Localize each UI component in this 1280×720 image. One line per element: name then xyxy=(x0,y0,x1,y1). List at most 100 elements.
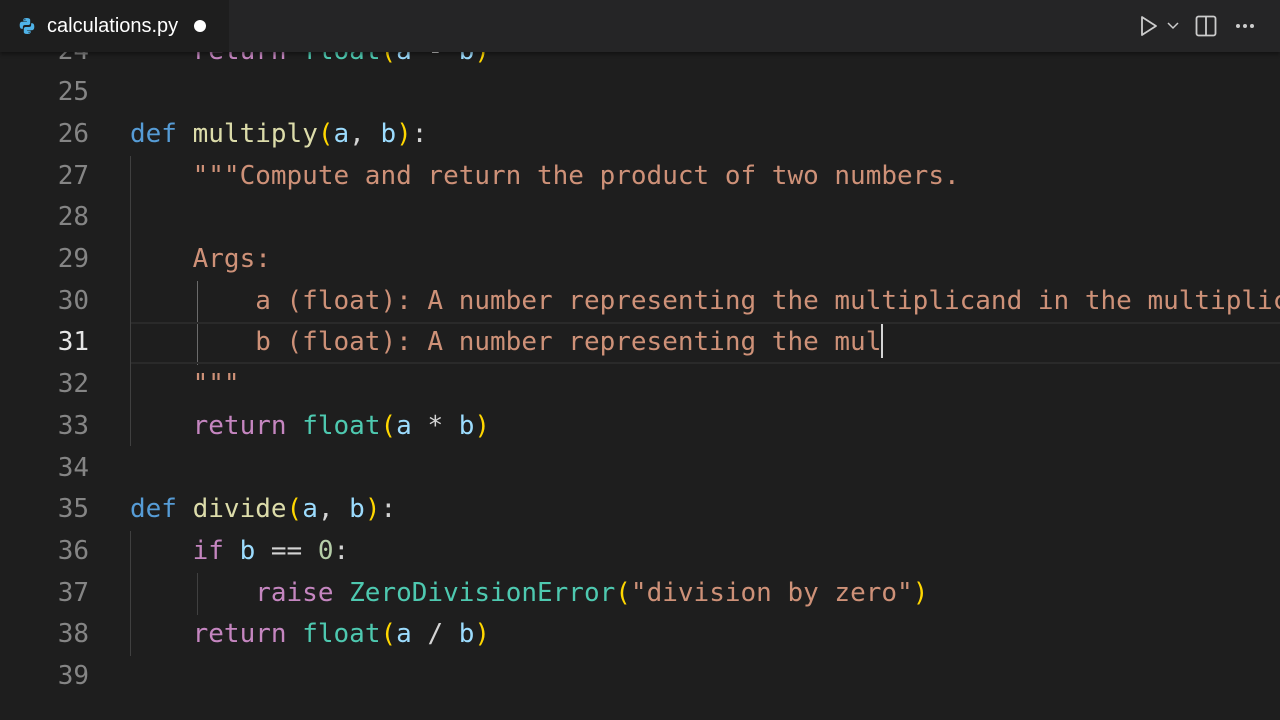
code-token: Args: xyxy=(130,244,271,274)
code-token: 0 xyxy=(317,535,334,566)
code-token: def xyxy=(130,118,177,149)
code-text: return float(a / b) xyxy=(130,614,490,656)
code-token: : xyxy=(411,118,428,149)
code-token: ( xyxy=(380,619,397,650)
code-token: return xyxy=(130,410,287,441)
code-text: Args: xyxy=(130,239,271,281)
code-token: b xyxy=(380,118,397,149)
code-token: a (float): A number representing the mul… xyxy=(130,285,1280,316)
ellipsis-icon[interactable] xyxy=(1228,11,1262,41)
code-line[interactable]: 25 xyxy=(0,72,1280,114)
code-token: ( xyxy=(317,118,334,149)
line-number[interactable]: 35 xyxy=(0,489,89,531)
unsaved-indicator-icon[interactable] xyxy=(194,20,207,32)
code-line[interactable]: 35 def divide(a, b): xyxy=(0,489,1280,531)
code-text: """ xyxy=(130,364,240,406)
code-line[interactable]: 36 if b == 0: xyxy=(0,531,1280,573)
code-line[interactable]: 26 def multiply(a, b): xyxy=(0,114,1280,156)
code-token: b xyxy=(349,494,365,525)
line-number[interactable]: 33 xyxy=(0,406,89,448)
code-line[interactable]: 37 raise ZeroDivisionError("division by … xyxy=(0,573,1280,615)
code-token: a xyxy=(396,619,412,650)
code-line[interactable]: 34 xyxy=(0,448,1280,490)
code-token: ( xyxy=(286,494,303,525)
tab-filename: calculations.py xyxy=(47,14,179,37)
line-number[interactable]: 37 xyxy=(0,573,89,615)
code-token: ) xyxy=(912,577,929,608)
code-token: b xyxy=(458,410,475,441)
code-text: def divide(a, b): xyxy=(130,489,396,531)
code-line[interactable]: 39 xyxy=(0,656,1280,698)
line-number[interactable]: 36 xyxy=(0,531,89,573)
line-number[interactable]: 27 xyxy=(0,156,89,198)
code-token: b xyxy=(458,619,475,650)
tab-calculations-py[interactable]: calculations.py xyxy=(0,0,229,52)
text-cursor xyxy=(881,323,884,358)
code-token: ) xyxy=(364,494,381,525)
python-icon xyxy=(18,17,36,35)
code-token: : xyxy=(380,494,397,525)
code-line[interactable]: 32 """ xyxy=(0,364,1280,406)
code-text: def multiply(a, b): xyxy=(130,114,427,156)
code-token: a xyxy=(396,410,412,441)
code-token: / xyxy=(411,619,459,650)
code-token: return xyxy=(130,619,287,650)
chevron-down-icon[interactable] xyxy=(1162,11,1184,41)
editor-actions xyxy=(1136,0,1262,52)
code-token: b xyxy=(239,535,256,566)
code-token: , xyxy=(317,494,350,525)
code-token: if xyxy=(130,535,224,566)
line-number[interactable]: 32 xyxy=(0,364,89,406)
code-token: ( xyxy=(615,577,631,608)
line-number[interactable]: 39 xyxy=(0,656,89,698)
code-text: raise ZeroDivisionError("division by zer… xyxy=(130,573,928,615)
code-token: raise xyxy=(130,577,334,608)
code-token: ZeroDivisionError xyxy=(349,577,616,608)
code-line[interactable]: 28 xyxy=(0,197,1280,239)
code-line[interactable]: 30 a (float): A number representing the … xyxy=(0,281,1280,323)
play-icon[interactable] xyxy=(1136,11,1162,41)
code-token: ( xyxy=(380,410,397,441)
code-token: ) xyxy=(396,118,412,149)
line-number[interactable]: 28 xyxy=(0,197,89,239)
code-token: """Compute and return the product of two… xyxy=(130,160,960,191)
code-token: float xyxy=(302,410,381,441)
code-text: b (float): A number representing the mul xyxy=(130,322,884,364)
code-token: a xyxy=(333,118,350,149)
code-line[interactable]: 29 Args: xyxy=(0,239,1280,281)
code-token: """ xyxy=(130,369,240,400)
line-number[interactable]: 30 xyxy=(0,281,89,323)
code-token: a xyxy=(302,494,318,525)
code-text: """Compute and return the product of two… xyxy=(130,156,960,198)
code-token: : xyxy=(333,535,350,566)
code-token: ) xyxy=(474,619,491,650)
line-number[interactable]: 31 xyxy=(0,322,89,364)
code-token: b (float): A number representing the mul xyxy=(130,327,882,358)
code-token: == xyxy=(255,535,318,566)
editor-tab-bar: calculations.py xyxy=(0,0,1280,52)
code-token: multiply xyxy=(192,118,318,149)
line-number[interactable]: 25 xyxy=(0,72,89,114)
code-editor[interactable]: 24 return float(a - b)2526def multiply(a… xyxy=(0,0,1280,720)
code-line[interactable]: 27 """Compute and return the product of … xyxy=(0,156,1280,198)
code-line[interactable]: 31 b (float): A number representing the … xyxy=(0,322,1280,364)
code-token: float xyxy=(302,619,381,650)
code-token: * xyxy=(411,410,459,441)
split-editor-icon[interactable] xyxy=(1184,11,1228,41)
line-number[interactable]: 29 xyxy=(0,239,89,281)
code-token: , xyxy=(349,118,381,149)
line-number[interactable]: 38 xyxy=(0,614,89,656)
code-token: def xyxy=(130,494,177,525)
code-line[interactable]: 38 return float(a / b) xyxy=(0,614,1280,656)
code-line[interactable]: 33 return float(a * b) xyxy=(0,406,1280,448)
code-token: ) xyxy=(474,410,491,441)
code-token: "division by zero" xyxy=(630,577,913,608)
line-number[interactable]: 34 xyxy=(0,448,89,490)
line-number[interactable]: 26 xyxy=(0,114,89,156)
